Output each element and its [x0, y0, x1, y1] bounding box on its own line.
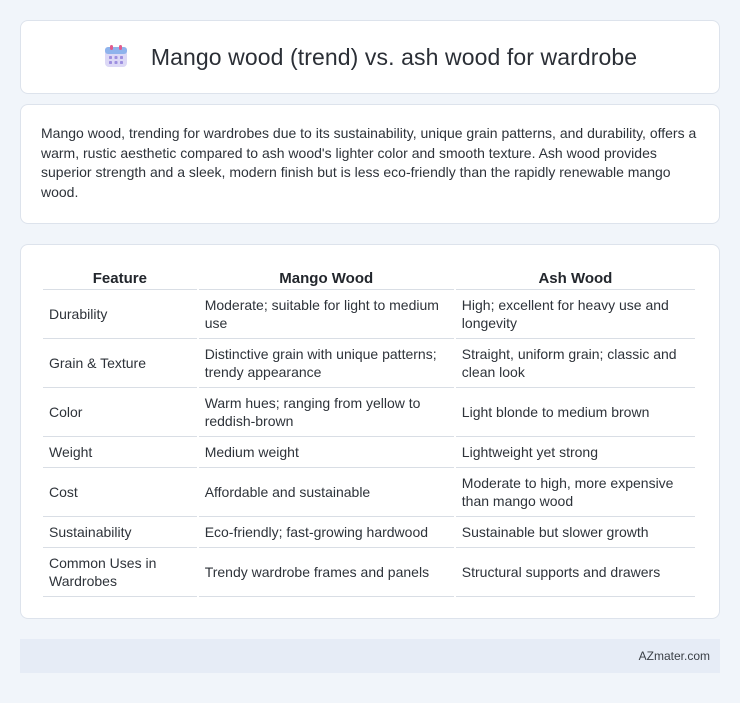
feature-cell: Weight	[43, 437, 197, 468]
table-row: Color Warm hues; ranging from yellow to …	[43, 388, 695, 437]
header-mango-wood: Mango Wood	[198, 265, 454, 290]
ash-cell: Sustainable but slower growth	[455, 517, 695, 548]
header-ash-wood: Ash Wood	[455, 265, 695, 290]
table-header-row: Feature Mango Wood Ash Wood	[43, 265, 695, 290]
feature-cell: Color	[43, 388, 197, 437]
feature-cell: Sustainability	[43, 517, 197, 548]
mango-cell: Warm hues; ranging from yellow to reddis…	[198, 388, 454, 437]
mango-cell: Distinctive grain with unique patterns; …	[198, 339, 454, 388]
comparison-table-card: Feature Mango Wood Ash Wood Durability M…	[20, 244, 720, 619]
feature-cell: Durability	[43, 290, 197, 339]
summary-card: Mango wood, trending for wardrobes due t…	[20, 104, 720, 224]
title-card: Mango wood (trend) vs. ash wood for ward…	[20, 20, 720, 94]
mango-cell: Affordable and sustainable	[198, 468, 454, 517]
feature-cell: Cost	[43, 468, 197, 517]
ash-cell: Straight, uniform grain; classic and cle…	[455, 339, 695, 388]
ash-cell: Light blonde to medium brown	[455, 388, 695, 437]
table-row: Grain & Texture Distinctive grain with u…	[43, 339, 695, 388]
table-row: Weight Medium weight Lightweight yet str…	[43, 437, 695, 468]
ash-cell: High; excellent for heavy use and longev…	[455, 290, 695, 339]
ash-cell: Lightweight yet strong	[455, 437, 695, 468]
table-row: Sustainability Eco-friendly; fast-growin…	[43, 517, 695, 548]
calendar-icon	[104, 45, 127, 67]
table-row: Durability Moderate; suitable for light …	[43, 290, 695, 339]
mango-cell: Medium weight	[198, 437, 454, 468]
table-row: Common Uses in Wardrobes Trendy wardrobe…	[43, 548, 695, 597]
summary-text: Mango wood, trending for wardrobes due t…	[41, 125, 697, 200]
ash-cell: Structural supports and drawers	[455, 548, 695, 597]
table-row: Cost Affordable and sustainable Moderate…	[43, 468, 695, 517]
mango-cell: Eco-friendly; fast-growing hardwood	[198, 517, 454, 548]
footer-brand[interactable]: AZmater.com	[639, 649, 710, 663]
feature-cell: Grain & Texture	[43, 339, 197, 388]
feature-cell: Common Uses in Wardrobes	[43, 548, 197, 597]
comparison-table: Feature Mango Wood Ash Wood Durability M…	[41, 265, 697, 597]
page-title: Mango wood (trend) vs. ash wood for ward…	[150, 43, 638, 70]
mango-cell: Trendy wardrobe frames and panels	[198, 548, 454, 597]
ash-cell: Moderate to high, more expensive than ma…	[455, 468, 695, 517]
footer: AZmater.com	[20, 639, 720, 673]
header-feature: Feature	[43, 265, 197, 290]
mango-cell: Moderate; suitable for light to medium u…	[198, 290, 454, 339]
